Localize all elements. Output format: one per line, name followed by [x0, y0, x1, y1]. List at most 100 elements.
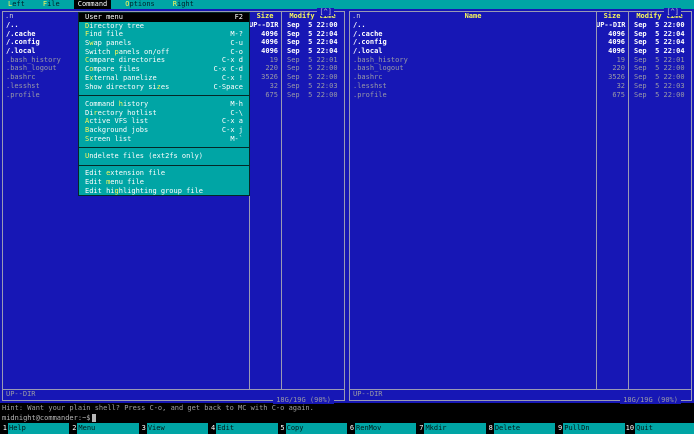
disk-usage: 18G/19G (90%) [273, 396, 334, 404]
menubar-item-file[interactable]: File [39, 0, 64, 9]
fkey-view[interactable]: 3 View [138, 423, 209, 434]
fkey-copy[interactable]: 5 Copy [277, 423, 348, 434]
menu-item-label: Edit extension file [85, 169, 166, 178]
menubar-item-label: ile [47, 0, 60, 8]
fkey-quit[interactable]: 10 Quit [624, 423, 694, 434]
column-header-mtime[interactable]: Modify time [628, 12, 691, 21]
column-separator [596, 12, 597, 389]
fkey-renmov[interactable]: 6 RenMov [347, 423, 417, 434]
menu-item-shortcut: C-u [230, 39, 243, 48]
hint-line: Hint: Want your plain shell? Press C-o, … [2, 404, 314, 412]
menu-separator [79, 161, 249, 170]
menu-item-shortcut: C-Space [213, 82, 243, 91]
menubar-item-label: ommand [81, 0, 108, 8]
file-mtime: Sep 5 22:00 [634, 64, 685, 73]
menubar-item-options[interactable]: Options [121, 0, 159, 9]
file-name: /.local [353, 47, 383, 56]
function-key-label: Delete [493, 423, 556, 434]
panel-history-button[interactable]: [^] [664, 8, 681, 16]
file-size: 32 [616, 81, 625, 90]
menubar-item-command[interactable]: Command [73, 0, 112, 9]
fkey-pulldn[interactable]: 9 PullDn [555, 423, 625, 434]
menu-item-external-panelize[interactable]: External panelize C-x ! [79, 74, 249, 83]
file-mtime: Sep 5 22:01 [634, 55, 685, 64]
fkey-menu[interactable]: 2 Menu [69, 423, 139, 434]
menu-item-shortcut: C-x a [221, 117, 243, 126]
file-row[interactable]: .bash_history 19 Sep 5 22:01 [350, 56, 691, 65]
right-panel: [^] .n Name Size Modify time /.. UP--DIR … [347, 8, 694, 404]
right-panel-header: .n Name Size Modify time [350, 12, 691, 21]
function-key-number: 6 [347, 423, 356, 434]
menu-item-undelete-files-ext2fs-only-[interactable]: Undelete files (ext2fs only) [79, 152, 249, 161]
menu-item-switch-panels-on-off[interactable]: Switch panels on/off C-o [79, 48, 249, 57]
fkey-help[interactable]: 1 Help [0, 423, 70, 434]
menu-item-edit-menu-file[interactable]: Edit menu file [79, 178, 249, 187]
file-size: 220 [612, 64, 625, 73]
file-size: 3526 [261, 73, 278, 82]
file-row[interactable]: /.cache 4096 Sep 5 22:04 [350, 30, 691, 39]
file-row[interactable]: .lesshst 32 Sep 5 22:03 [350, 82, 691, 91]
file-name: .bashrc [353, 73, 383, 82]
disk-usage: 18G/19G (90%) [620, 396, 681, 404]
menu-item-find-file[interactable]: Find file M-? [79, 30, 249, 39]
menu-separator [79, 91, 249, 100]
file-mtime: Sep 5 22:04 [634, 29, 685, 38]
menu-item-background-jobs[interactable]: Background jobs C-x j [79, 126, 249, 135]
menu-item-label: Active VFS list [85, 117, 149, 126]
file-size: 220 [265, 64, 278, 73]
column-header-name[interactable]: .nName [350, 12, 596, 21]
menu-item-compare-files[interactable]: Compare files C-x C-d [79, 65, 249, 74]
file-mtime: Sep 5 22:04 [287, 29, 338, 38]
function-key-label: Copy [285, 423, 348, 434]
menu-item-label: Directory tree [85, 21, 145, 30]
column-header-size[interactable]: Size [249, 12, 281, 21]
menu-item-compare-directories[interactable]: Compare directories C-x d [79, 56, 249, 65]
fkey-edit[interactable]: 4 Edit [208, 423, 278, 434]
column-separator [281, 12, 282, 389]
function-key-label: Edit [216, 423, 278, 434]
menu-item-label: Find file [85, 30, 123, 39]
file-row[interactable]: .bashrc 3526 Sep 5 22:00 [350, 73, 691, 82]
menubar-item-right[interactable]: Right [169, 0, 198, 9]
menu-item-label: Screen list [85, 134, 132, 143]
right-file-list: /.. UP--DIR Sep 5 22:00 /.cache 4096 Sep… [350, 21, 691, 389]
menu-item-command-history[interactable]: Command history M-h [79, 100, 249, 109]
menubar-item-left[interactable]: Left [4, 0, 29, 9]
menu-item-label: External panelize [85, 73, 157, 82]
function-key-label: View [146, 423, 209, 434]
menu-item-user-menu[interactable]: User menu F2 [79, 13, 249, 22]
menu-item-active-vfs-list[interactable]: Active VFS list C-x a [79, 117, 249, 126]
file-mtime: Sep 5 22:00 [287, 90, 338, 99]
file-size: 675 [265, 90, 278, 99]
command-prompt[interactable]: midnight@commander:~$ [0, 413, 694, 423]
menu-item-directory-hotlist[interactable]: Directory hotlist C-\ [79, 109, 249, 118]
menu-item-shortcut: C-x ! [221, 73, 243, 82]
panel-history-button[interactable]: [^] [317, 8, 334, 16]
menu-item-label: Swap panels [85, 39, 132, 48]
menu-item-directory-tree[interactable]: Directory tree [79, 22, 249, 31]
function-key-label: Help [8, 423, 70, 434]
file-row[interactable]: /.. UP--DIR Sep 5 22:00 [350, 21, 691, 30]
menu-item-edit-extension-file[interactable]: Edit extension file [79, 169, 249, 178]
command-menu: User menu F2 Directory tree Find file M-… [78, 12, 250, 197]
fkey-mkdir[interactable]: 7 Mkdir [416, 423, 486, 434]
menu-item-swap-panels[interactable]: Swap panels C-u [79, 39, 249, 48]
column-header-size[interactable]: Size [596, 12, 628, 21]
file-row[interactable]: .profile 675 Sep 5 22:00 [350, 91, 691, 100]
file-size: 32 [269, 81, 278, 90]
function-key-label: Mkdir [424, 423, 486, 434]
sort-indicator: .n [5, 12, 14, 20]
menu-item-show-directory-sizes[interactable]: Show directory sizes C-Space [79, 83, 249, 92]
function-key-number: 10 [624, 423, 636, 434]
file-row[interactable]: /.local 4096 Sep 5 22:04 [350, 47, 691, 56]
column-header-mtime[interactable]: Modify time [281, 12, 344, 21]
file-name: /.. [353, 21, 366, 29]
file-row[interactable]: .bash_logout 220 Sep 5 22:00 [350, 64, 691, 73]
fkey-delete[interactable]: 8 Delete [485, 423, 556, 434]
menu-item-edit-highlighting-group-file[interactable]: Edit highlighting group file [79, 187, 249, 196]
file-row[interactable]: /.config 4096 Sep 5 22:04 [350, 38, 691, 47]
file-mtime: Sep 5 22:03 [287, 81, 338, 90]
menu-item-screen-list[interactable]: Screen list M-` [79, 135, 249, 144]
function-key-label: Quit [635, 423, 694, 434]
prompt-text: midnight@commander:~$ [2, 414, 91, 422]
